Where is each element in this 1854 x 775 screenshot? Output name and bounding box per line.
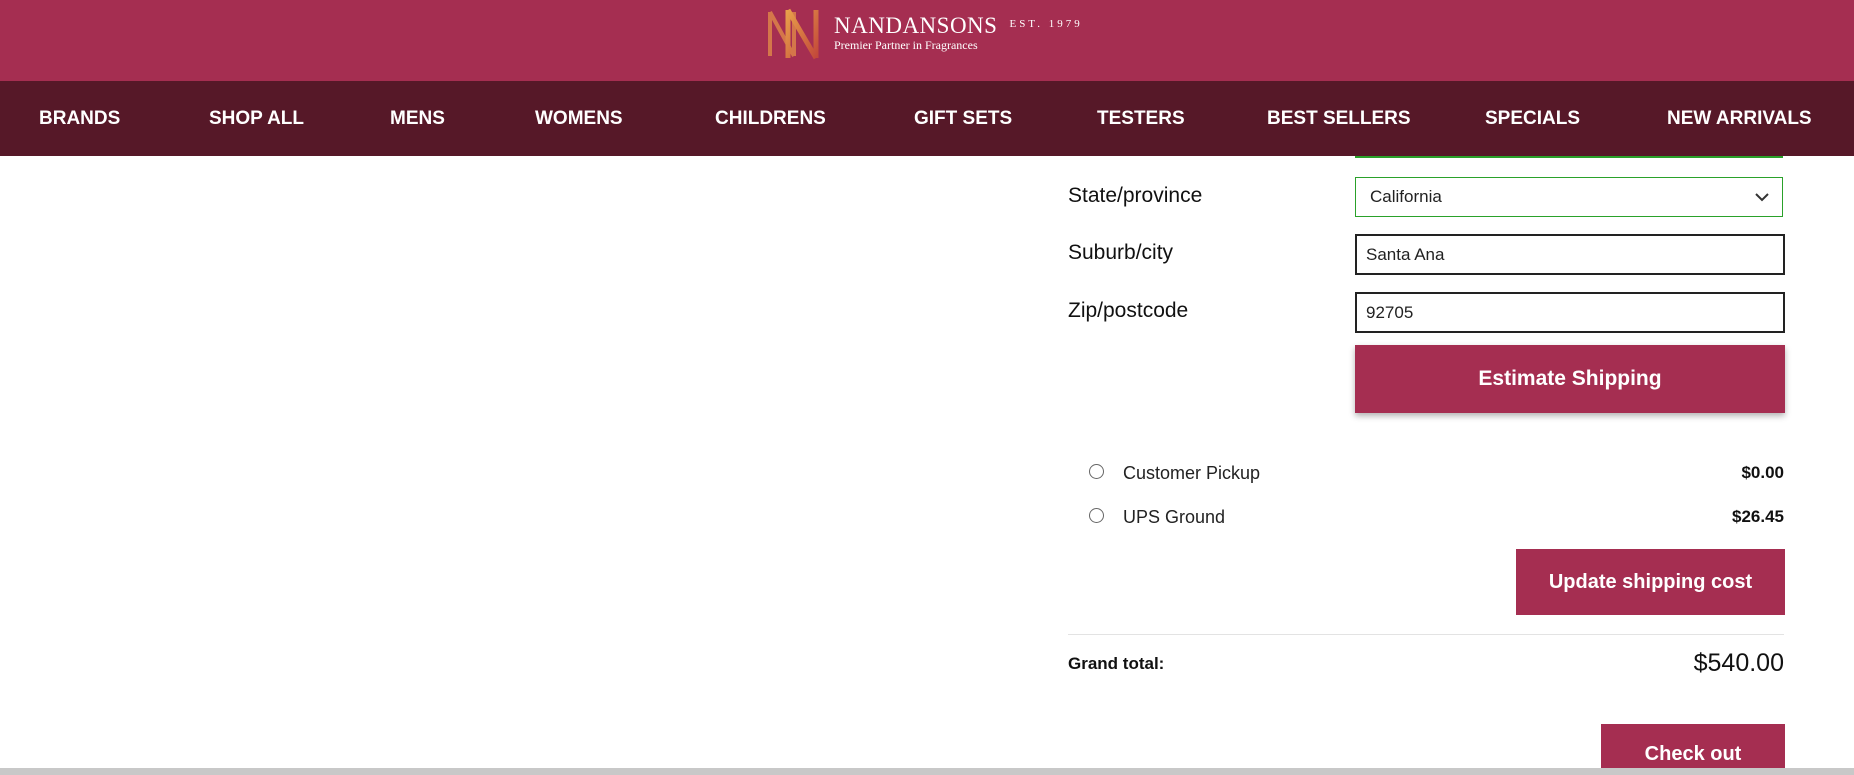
main-navigation: BRANDS SHOP ALL MENS WOMENS CHILDRENS GI…: [0, 81, 1854, 156]
nav-item-specials[interactable]: SPECIALS: [1485, 81, 1580, 156]
customer-pickup-label: Customer Pickup: [1123, 463, 1261, 483]
check-out-button[interactable]: Check out: [1601, 724, 1785, 768]
brand-name: NANDANSONS: [834, 13, 998, 38]
country-field-edge: [1355, 156, 1783, 158]
nn-monogram-icon: [768, 8, 819, 60]
nav-item-best-sellers[interactable]: BEST SELLERS: [1267, 81, 1411, 156]
brand-logo[interactable]: NANDANSONS EST. 1979 Premier Partner in F…: [764, 6, 1083, 62]
site-header: NANDANSONS EST. 1979 Premier Partner in F…: [0, 0, 1854, 81]
nav-item-womens[interactable]: WOMENS: [535, 81, 623, 156]
update-shipping-cost-button[interactable]: Update shipping cost: [1516, 549, 1785, 615]
estimate-shipping-button[interactable]: Estimate Shipping: [1355, 345, 1785, 413]
brand-established: EST. 1979: [1009, 18, 1083, 30]
grand-total-value: $540.00: [1693, 649, 1784, 677]
ups-ground-label: UPS Ground: [1123, 507, 1226, 527]
nav-item-brands[interactable]: BRANDS: [39, 81, 120, 156]
nav-item-mens[interactable]: MENS: [390, 81, 445, 156]
state-select-value: California: [1370, 187, 1442, 206]
customer-pickup-radio[interactable]: [1089, 464, 1104, 479]
brand-tagline: Premier Partner in Fragrances: [834, 38, 978, 52]
page-bottom-edge: [0, 768, 1854, 775]
chevron-down-icon: [1755, 193, 1769, 202]
nav-item-shop-all[interactable]: SHOP ALL: [209, 81, 304, 156]
state-select[interactable]: California: [1355, 177, 1783, 217]
nav-item-new-arrivals[interactable]: NEW ARRIVALS: [1667, 81, 1812, 156]
ups-ground-radio[interactable]: [1089, 508, 1104, 523]
divider: [1068, 634, 1784, 635]
city-label: Suburb/city: [1068, 241, 1174, 264]
state-label: State/province: [1068, 184, 1203, 207]
customer-pickup-price: $0.00: [1741, 463, 1784, 482]
nav-item-gift-sets[interactable]: GIFT SETS: [914, 81, 1012, 156]
city-input[interactable]: Santa Ana: [1355, 234, 1785, 275]
grand-total-label: Grand total:: [1068, 654, 1165, 673]
nav-item-testers[interactable]: TESTERS: [1097, 81, 1185, 156]
zip-input[interactable]: 92705: [1355, 292, 1785, 333]
zip-label: Zip/postcode: [1068, 299, 1189, 322]
nav-item-childrens[interactable]: CHILDRENS: [715, 81, 826, 156]
ups-ground-price: $26.45: [1732, 507, 1784, 526]
